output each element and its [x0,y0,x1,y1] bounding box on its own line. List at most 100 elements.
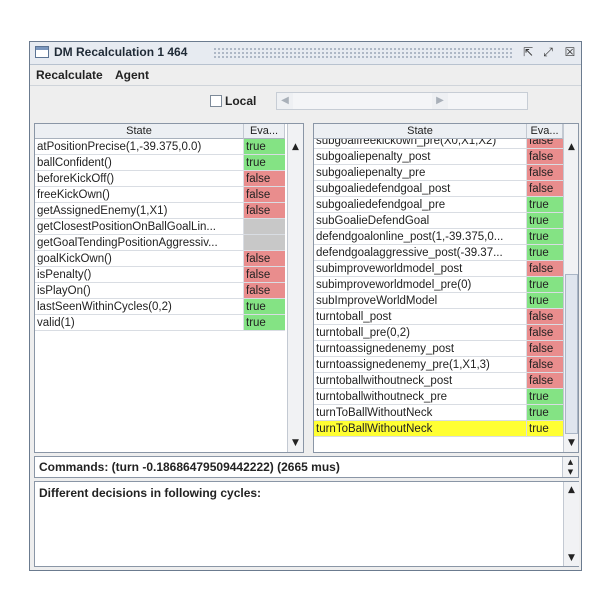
table-row[interactable]: isPlayOn() false [35,283,285,299]
left-vertical-scrollbar[interactable]: ▲ ▼ [287,124,303,452]
table-row[interactable]: subgoaliepenalty_post false [314,149,563,165]
local-checkbox[interactable] [210,95,222,107]
title-bar[interactable]: DM Recalculation 1 464 ⇱ ⤢ ☒ [30,42,581,65]
table-row[interactable]: subGoalieDefendGoal true [314,213,563,229]
scroll-thumb[interactable] [565,274,578,434]
eval-cell: false [244,251,285,267]
table-row[interactable]: turntoball_pre(0,2) false [314,325,563,341]
state-cell: turntoassignedenemy_pre(1,X1,3) [314,357,527,373]
state-cell: turnToBallWithoutNeck [314,421,527,437]
eval-cell: false [527,357,563,373]
spin-down-icon[interactable]: ▼ [563,467,578,477]
table-row[interactable]: beforeKickOff() false [35,171,285,187]
right-header-eval[interactable]: Eva... [527,124,563,139]
menu-agent[interactable]: Agent [115,68,149,82]
eval-cell: true [527,389,563,405]
table-row[interactable]: defendgoalonline_post(1,-39.375,0... true [314,229,563,245]
decisions-vertical-scrollbar[interactable]: ▲ ▼ [563,482,579,566]
state-cell: isPlayOn() [35,283,244,299]
state-cell: defendgoalonline_post(1,-39.375,0... [314,229,527,245]
table-row[interactable]: valid(1) true [35,315,285,331]
eval-cell [244,219,285,235]
left-header-eval[interactable]: Eva... [244,124,285,139]
state-cell: subGoalieDefendGoal [314,213,527,229]
table-row[interactable]: getGoalTendingPositionAggressiv... [35,235,285,251]
state-cell: lastSeenWithinCycles(0,2) [35,299,244,315]
right-vertical-scrollbar[interactable]: ▲ ▼ [563,124,578,452]
eval-cell [244,235,285,251]
table-row[interactable]: turntoballwithoutneck_pre true [314,389,563,405]
table-row[interactable]: lastSeenWithinCycles(0,2) true [35,299,285,315]
menu-bar: Recalculate Agent [30,65,581,86]
scroll-down-icon[interactable]: ▼ [564,435,578,451]
scroll-up-icon[interactable]: ▲ [288,139,303,155]
restore-icon[interactable]: ⇱ [521,45,535,59]
table-row[interactable]: subImproveWorldModel true [314,293,563,309]
maximize-icon[interactable]: ⤢ [541,45,555,59]
spin-up-icon[interactable]: ▲ [563,457,578,467]
left-header-state[interactable]: State [35,124,244,139]
close-icon[interactable]: ☒ [563,45,577,59]
eval-cell: false [244,171,285,187]
eval-cell: false [527,149,563,165]
table-row[interactable]: turntoassignedenemy_post false [314,341,563,357]
table-row[interactable]: getClosestPositionOnBallGoalLin... [35,219,285,235]
state-cell: subgoaliepenalty_pre [314,165,527,181]
state-cell: goalKickOwn() [35,251,244,267]
state-cell: beforeKickOff() [35,171,244,187]
window-icon [35,46,49,58]
scroll-left-icon[interactable]: ◀ [277,93,293,109]
table-row[interactable]: subimproveworldmodel_pre(0) true [314,277,563,293]
scroll-down-icon[interactable]: ▼ [564,550,579,566]
table-row[interactable]: turnToBallWithoutNeck true [314,421,563,437]
table-row[interactable]: freeKickOwn() false [35,187,285,203]
table-row[interactable]: turnToBallWithoutNeck true [314,405,563,421]
table-row[interactable]: getAssignedEnemy(1,X1) false [35,203,285,219]
right-header-state[interactable]: State [314,124,527,139]
right-state-table: State Eva... subgoalfreekickown_pre(X0,X… [313,123,579,453]
commands-field: Commands: (turn -0.18686479509442222) (2… [34,456,579,478]
state-cell: turntoball_pre(0,2) [314,325,527,341]
state-cell: subimproveworldmodel_post [314,261,527,277]
state-cell: getAssignedEnemy(1,X1) [35,203,244,219]
state-cell: defendgoalaggressive_post(-39.37... [314,245,527,261]
eval-cell: false [527,181,563,197]
table-row[interactable]: turntoball_post false [314,309,563,325]
table-row[interactable]: turntoassignedenemy_pre(1,X1,3) false [314,357,563,373]
eval-cell: true [244,315,285,331]
table-row[interactable]: isPenalty() false [35,267,285,283]
eval-cell: false [244,283,285,299]
cycle-scrollbar[interactable]: ◀ ▶ [276,92,528,110]
scroll-right-icon[interactable]: ▶ [432,93,448,109]
state-cell: subgoaliepenalty_post [314,149,527,165]
eval-cell: false [244,267,285,283]
eval-cell: false [527,261,563,277]
table-row[interactable]: subgoaliedefendgoal_pre true [314,197,563,213]
state-cell: atPositionPrecise(1,-39.375,0.0) [35,139,244,155]
eval-cell: true [527,197,563,213]
table-row[interactable]: subgoaliepenalty_pre false [314,165,563,181]
table-row[interactable]: subgoaliedefendgoal_post false [314,181,563,197]
eval-cell: true [527,245,563,261]
eval-cell: true [527,293,563,309]
state-cell: turntoballwithoutneck_post [314,373,527,389]
eval-cell: true [244,139,285,155]
table-row[interactable]: ballConfident() true [35,155,285,171]
dm-recalculation-window: DM Recalculation 1 464 ⇱ ⤢ ☒ Recalculate… [29,41,582,571]
state-cell: turntoball_post [314,309,527,325]
table-row[interactable]: turntoballwithoutneck_post false [314,373,563,389]
scroll-up-icon[interactable]: ▲ [564,139,578,155]
eval-cell: false [527,325,563,341]
table-row[interactable]: subimproveworldmodel_post false [314,261,563,277]
eval-cell: false [244,203,285,219]
table-row[interactable]: defendgoalaggressive_post(-39.37... true [314,245,563,261]
toolbar: Local ◀ ▶ [30,86,581,116]
table-row[interactable]: atPositionPrecise(1,-39.375,0.0) true [35,139,285,155]
commands-spinner[interactable]: ▲ ▼ [562,457,578,477]
menu-recalculate[interactable]: Recalculate [36,68,103,82]
table-row[interactable]: goalKickOwn() false [35,251,285,267]
state-cell: turntoballwithoutneck_pre [314,389,527,405]
eval-cell: true [244,155,285,171]
scroll-up-icon[interactable]: ▲ [564,482,579,498]
scroll-down-icon[interactable]: ▼ [288,435,303,451]
